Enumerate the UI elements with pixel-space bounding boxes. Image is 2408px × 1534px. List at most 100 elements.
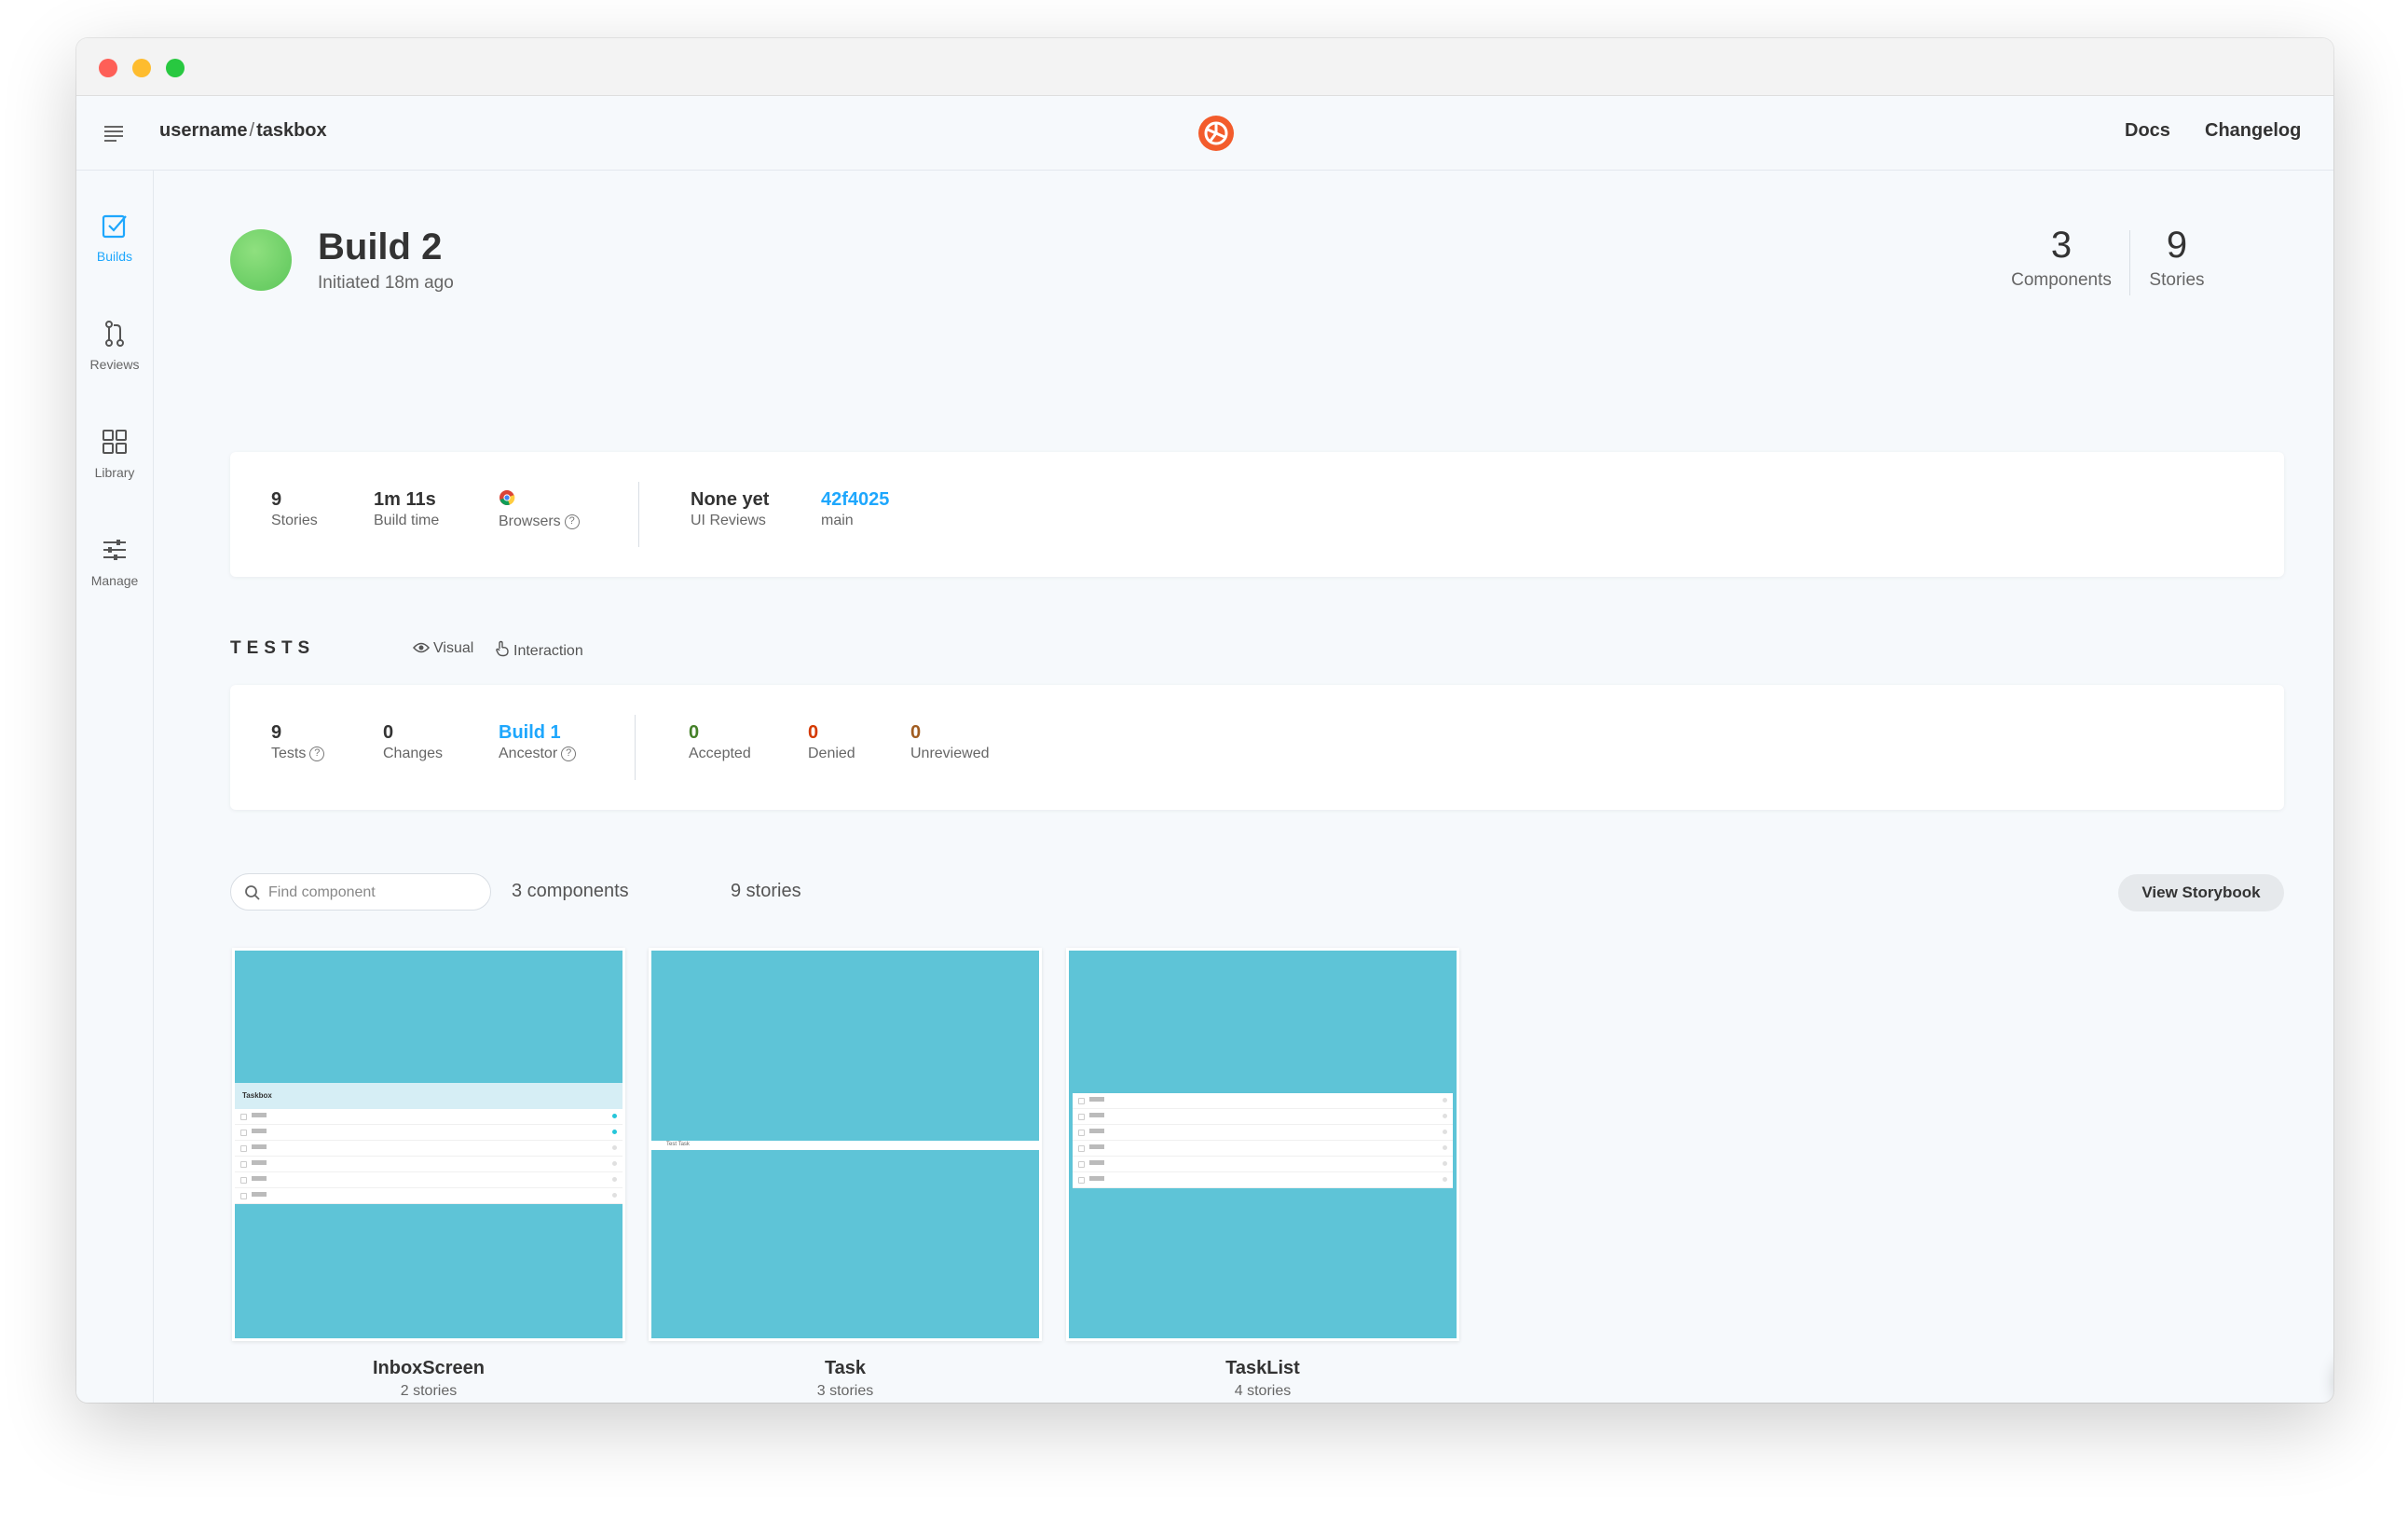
unreviewed-label: Unreviewed — [910, 746, 990, 761]
unreviewed-stat[interactable]: 0 Unreviewed — [910, 722, 989, 762]
list-item — [235, 1157, 623, 1172]
list-item — [1073, 1157, 1453, 1172]
tests-stat: 9 Tests? — [271, 722, 325, 762]
tests-card: 9 Tests? 0 Changes Build 1 Ancestor? 0 A… — [230, 685, 2284, 810]
search-input[interactable] — [268, 882, 483, 904]
visual-test-filter[interactable]: Visual — [412, 640, 473, 657]
task-preview: Test Task — [651, 1141, 1039, 1150]
tests-label: Tests — [271, 746, 307, 761]
repo-owner[interactable]: username — [159, 120, 248, 141]
sidebar-item-reviews[interactable]: Reviews — [76, 320, 153, 394]
search-icon — [245, 885, 260, 900]
browser-list[interactable] — [499, 489, 580, 512]
docs-link[interactable]: Docs — [2125, 120, 2170, 142]
ancestor-stat: Build 1 Ancestor? — [499, 722, 577, 762]
denied-value: 0 — [808, 722, 819, 743]
component-card-tasklist[interactable]: TaskList 4 stories — [1066, 948, 1459, 1400]
list-item — [1073, 1125, 1453, 1141]
tests-heading: TESTS — [230, 638, 316, 658]
help-icon[interactable]: ? — [564, 514, 580, 529]
changes-stat: 0 Changes — [383, 722, 443, 762]
stories-value: 9 — [271, 489, 282, 510]
browsers-label: Browsers — [499, 514, 561, 529]
component-story-count: 2 stories — [400, 1383, 458, 1399]
eye-icon — [412, 642, 431, 653]
component-preview[interactable]: Test Task — [649, 948, 1042, 1341]
denied-label: Denied — [808, 746, 855, 761]
component-name: TaskList — [1225, 1358, 1300, 1378]
list-item — [235, 1109, 623, 1125]
page-title: Build 2 — [318, 226, 443, 267]
interaction-test-filter[interactable]: Interaction — [495, 640, 583, 660]
inbox-preview: Taskbox — [235, 1083, 623, 1204]
pull-request-icon — [105, 321, 124, 347]
unreviewed-value: 0 — [910, 722, 922, 743]
list-item — [235, 1125, 623, 1141]
list-item — [1073, 1109, 1453, 1125]
ui-reviews-value: None yet — [691, 489, 770, 510]
divider — [2129, 230, 2130, 295]
repo-name[interactable]: taskbox — [256, 120, 327, 141]
task-preview-text: Test Task — [666, 1142, 690, 1147]
ui-reviews-stat: None yet UI Reviews — [691, 489, 769, 529]
tasklist-preview — [1073, 1093, 1453, 1188]
stories-stat: 9 Stories — [271, 489, 318, 529]
divider — [635, 715, 636, 780]
menu-icon[interactable] — [103, 122, 125, 144]
stories-count-text: 9 stories — [731, 881, 801, 901]
component-preview[interactable]: Taskbox — [232, 948, 625, 1341]
chromatic-logo-icon[interactable] — [1197, 115, 1235, 152]
minimize-window-button[interactable] — [132, 59, 151, 77]
sidebar-item-label: Library — [94, 465, 135, 480]
list-item — [1073, 1172, 1453, 1188]
view-storybook-button[interactable]: View Storybook — [2118, 874, 2284, 911]
sidebar: Builds Reviews Library Manage — [76, 171, 154, 1403]
ancestor-label: Ancestor — [499, 746, 558, 761]
window-titlebar — [76, 38, 2333, 96]
component-name: Task — [824, 1358, 867, 1378]
browsers-stat: Browsers? — [499, 489, 580, 530]
stories-summary: 9 Stories — [2135, 225, 2219, 291]
stories-label: Stories — [2149, 270, 2205, 290]
sidebar-item-manage[interactable]: Manage — [76, 536, 153, 610]
repo-breadcrumb[interactable]: username / taskbox — [159, 120, 327, 142]
list-item — [1073, 1141, 1453, 1157]
grid-icon — [103, 430, 127, 454]
stories-count: 9 — [2166, 225, 2188, 266]
list-item — [235, 1141, 623, 1157]
chrome-icon — [499, 490, 515, 505]
component-card-task[interactable]: Test Task Task 3 stories — [649, 948, 1042, 1400]
changes-value: 0 — [383, 722, 394, 743]
commit-link[interactable]: 42f4025 — [821, 489, 889, 511]
divider — [638, 482, 639, 547]
component-preview[interactable] — [1066, 948, 1459, 1341]
maximize-window-button[interactable] — [166, 59, 185, 77]
ui-reviews-label: UI Reviews — [691, 513, 766, 528]
sidebar-item-library[interactable]: Library — [76, 428, 153, 502]
changelog-link[interactable]: Changelog — [2205, 120, 2301, 142]
sidebar-item-label: Builds — [96, 249, 133, 264]
build-time-label: Build time — [374, 513, 440, 528]
denied-stat[interactable]: 0 Denied — [808, 722, 855, 762]
accepted-stat[interactable]: 0 Accepted — [689, 722, 751, 762]
components-count: 3 — [2050, 225, 2073, 266]
list-item — [1073, 1093, 1453, 1109]
help-icon[interactable]: ? — [561, 746, 577, 761]
component-name: InboxScreen — [372, 1358, 486, 1378]
ancestor-build-link[interactable]: Build 1 — [499, 722, 576, 744]
build-time-stat: 1m 11s Build time — [374, 489, 439, 529]
help-icon[interactable]: ? — [309, 746, 325, 761]
accepted-value: 0 — [689, 722, 700, 743]
sliders-icon — [103, 540, 126, 560]
sidebar-item-builds[interactable]: Builds — [76, 212, 153, 286]
accepted-label: Accepted — [689, 746, 751, 761]
close-window-button[interactable] — [99, 59, 117, 77]
stories-stat-label: Stories — [271, 513, 318, 528]
find-component-search[interactable] — [230, 873, 491, 911]
component-card-inboxscreen[interactable]: Taskbox InboxScreen 2 stories — [232, 948, 625, 1400]
tests-value: 9 — [271, 722, 282, 743]
build-initiated-time: Initiated 18m ago — [318, 273, 454, 293]
component-story-count: 3 stories — [816, 1383, 874, 1399]
commit-stat: 42f4025 main — [821, 489, 889, 529]
inbox-preview-header: Taskbox — [235, 1083, 623, 1109]
